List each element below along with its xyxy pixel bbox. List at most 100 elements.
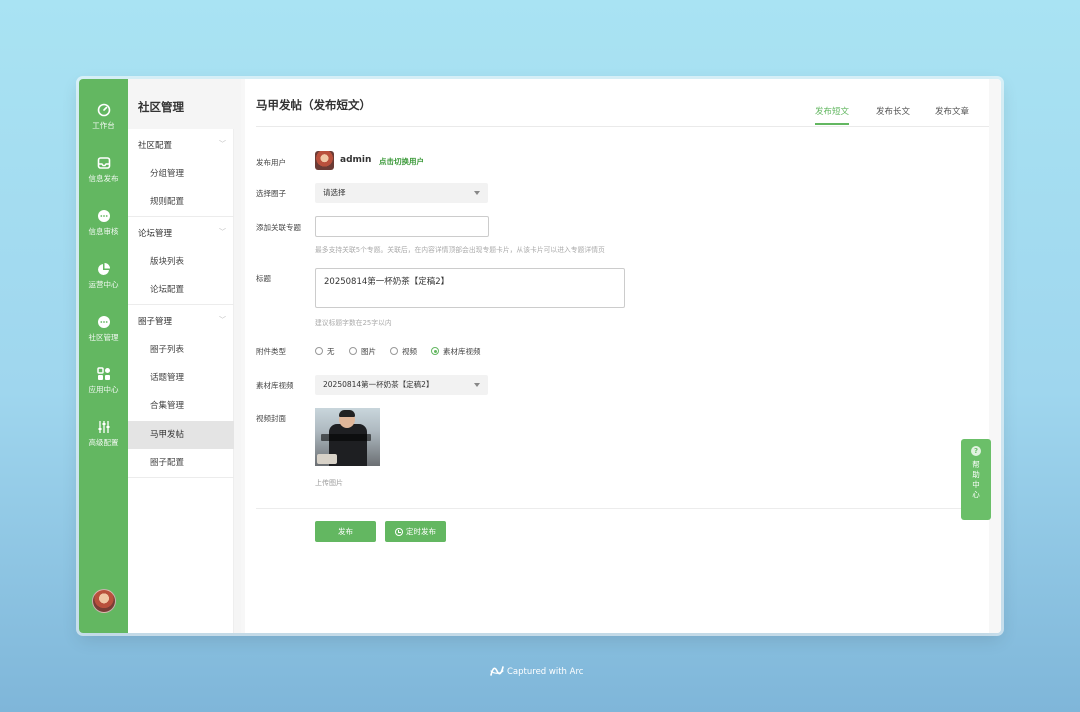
radio-label: 图片 [361,347,376,356]
radio-label: 视频 [402,347,417,356]
menu-group-forum[interactable]: 论坛管理 [138,227,172,239]
radio-circle-icon [349,347,357,355]
arc-capture-badge: Captured with Arc [490,665,583,677]
topic-hint: 最多支持关联5个专题。关联后，在内容详情顶部会出现专题卡片，从该卡片可以进入专题… [315,246,605,254]
sub-menu-panel: 社区配置 ﹀ 分组管理 规则配置 论坛管理 ﹀ 版块列表 论坛配置 圈子管理 ﹀… [128,129,234,633]
radio-none[interactable]: 无 [315,346,335,357]
dashboard-icon [97,103,110,117]
rail-item-dashboard[interactable]: 工作台 [79,103,128,131]
rail-item-advanced[interactable]: 高级配置 [79,420,128,448]
sub-menu-title: 社区管理 [138,100,184,114]
chevron-down-icon[interactable]: ﹀ [219,315,226,325]
title-label: 标题 [256,274,271,283]
inbox-icon [97,157,110,169]
rail-item-label: 社区管理 [88,333,119,342]
topic-label: 添加关联专题 [256,223,301,232]
topic-input[interactable] [315,216,489,237]
library-video-value: 20250814第一杯奶茶【定稿2】 [323,380,434,389]
menu-group-community-config[interactable]: 社区配置 [138,139,172,151]
rail-item-label: 应用中心 [88,385,119,394]
question-mark-icon: ? [971,446,981,456]
rail-item-operations[interactable]: 运营中心 [79,262,128,290]
video-cover-thumbnail[interactable] [315,408,380,466]
menu-group-circle[interactable]: 圈子管理 [138,315,172,327]
circle-label: 选择圈子 [256,189,286,198]
form-card: 马甲发帖（发布短文） 发布短文 发布长文 发布文章 发布用户 admin 点击切… [245,79,989,633]
switch-user-link[interactable]: 点击切换用户 [379,156,424,167]
rail-item-label: 高级配置 [88,438,119,447]
sliders-icon [98,421,109,433]
chat-bubble-icon [97,316,110,328]
menu-item-circle-config[interactable]: 圈子配置 [128,449,234,477]
menu-item-group-manage[interactable]: 分组管理 [128,160,234,188]
rail-item-label: 工作台 [92,121,115,130]
clock-icon [395,527,403,536]
current-user-avatar[interactable] [92,589,116,613]
caret-down-icon [474,191,480,195]
tab-short-post[interactable]: 发布短文 [815,105,850,125]
publish-user-avatar [315,151,334,170]
menu-item-collection-manage[interactable]: 合集管理 [128,392,234,420]
rail-item-apps[interactable]: 应用中心 [79,367,128,395]
chevron-down-icon[interactable]: ﹀ [219,139,226,149]
rail-item-publish[interactable]: 信息发布 [79,156,128,184]
chat-bubble-icon [97,210,110,222]
menu-divider [128,477,234,478]
menu-divider [128,216,234,217]
circle-select[interactable]: 请选择 [315,183,488,203]
menu-item-proxy-post[interactable]: 马甲发帖 [128,421,234,449]
radio-label: 素材库视频 [443,347,481,356]
publish-user-name: admin [340,155,372,165]
help-center-label: 帮助中心 [972,460,980,499]
sub-menu: 社区管理 社区配置 ﹀ 分组管理 规则配置 论坛管理 ﹀ 版块列表 论坛配置 圈… [128,79,241,633]
menu-item-circle-list[interactable]: 圈子列表 [128,336,234,364]
attach-label: 附件类型 [256,347,286,356]
tab-article[interactable]: 发布文章 [935,105,969,123]
library-label: 素材库视频 [256,381,294,390]
radio-label: 无 [327,347,335,356]
publish-button[interactable]: 发布 [315,521,376,542]
tab-long-post[interactable]: 发布长文 [876,105,910,123]
upload-image-link[interactable]: 上传图片 [315,478,343,488]
page-title: 马甲发帖（发布短文） [256,98,371,112]
radio-image[interactable]: 图片 [349,346,376,357]
menu-item-rule-config[interactable]: 规则配置 [128,188,234,216]
cover-plate [317,454,337,464]
menu-item-forum-config[interactable]: 论坛配置 [128,276,234,304]
main-nav-rail: 工作台 信息发布 信息审核 运营中心 社区管理 应用中心 高级配置 [79,79,128,633]
cover-caption-bar [321,434,371,441]
title-hint: 建议标题字数在25字以内 [315,319,392,327]
title-textarea[interactable]: 20250814第一杯奶茶【定稿2】 [315,268,625,308]
apps-grid-icon [96,367,110,380]
caret-down-icon [474,383,480,387]
radio-library-video[interactable]: 素材库视频 [431,346,481,357]
arc-logo-icon [490,666,504,676]
help-center-button[interactable]: ? 帮助中心 [961,439,991,520]
chevron-down-icon[interactable]: ﹀ [219,227,226,237]
cover-label: 视频封面 [256,414,286,423]
rail-item-label: 信息审核 [88,227,119,236]
rail-item-label: 信息发布 [88,174,119,183]
menu-divider [128,304,234,305]
rail-item-community[interactable]: 社区管理 [79,315,128,343]
pie-chart-icon [97,263,110,275]
form-divider [256,508,976,509]
radio-video[interactable]: 视频 [390,346,417,357]
circle-select-value: 请选择 [323,188,346,197]
menu-item-section-list[interactable]: 版块列表 [128,248,234,276]
scheduled-publish-label: 定时发布 [406,527,436,536]
radio-circle-icon [315,347,323,355]
user-label: 发布用户 [256,158,286,167]
rail-item-review[interactable]: 信息审核 [79,209,128,237]
post-type-tabs: 发布短文 发布长文 发布文章 [815,105,975,127]
radio-circle-icon [390,347,398,355]
menu-item-topic-manage[interactable]: 话题管理 [128,364,234,392]
radio-circle-icon [431,347,439,355]
main-content: 马甲发帖（发布短文） 发布短文 发布长文 发布文章 发布用户 admin 点击切… [241,79,1001,633]
arc-capture-text: Captured with Arc [507,667,584,677]
header-divider [256,126,989,127]
library-video-select[interactable]: 20250814第一杯奶茶【定稿2】 [315,375,488,395]
scheduled-publish-button[interactable]: 定时发布 [385,521,446,542]
cover-figure-hair [339,410,355,417]
rail-item-label: 运营中心 [88,280,119,289]
